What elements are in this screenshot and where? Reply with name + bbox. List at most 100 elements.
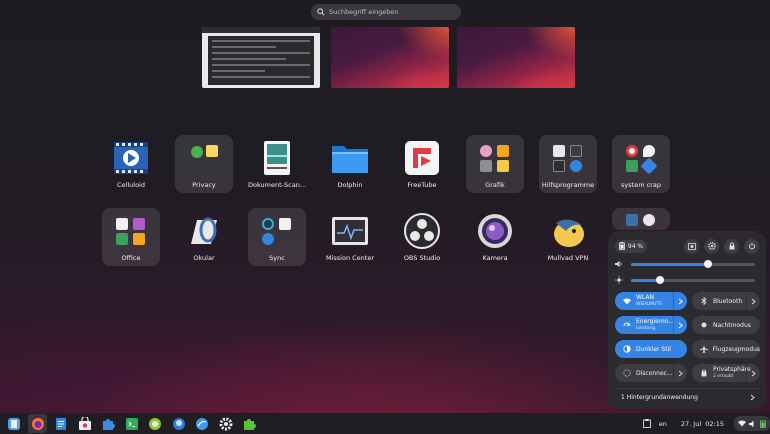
dolphin-icon [332,140,368,176]
app-label: Grafik [485,181,505,189]
folder-office[interactable]: Office [102,208,160,266]
app-label: Hilfsprogramme [541,181,595,189]
taskbar-app-green[interactable] [146,414,165,433]
app-label: system crap [621,181,661,189]
energy-expand-arrow[interactable] [673,316,687,334]
taskbar-extensions[interactable] [99,414,118,433]
folder-settings-partial[interactable] [612,208,670,230]
screenshot-button[interactable] [684,238,699,254]
office-folder-icon [113,213,149,249]
app-celluloid[interactable]: Celluloid [102,135,160,193]
bluetooth-icon [701,297,707,305]
disconnect-title: Disconnec... [636,369,673,377]
app-document-scanner[interactable]: Dokument-Scan... [248,135,306,193]
app-label: Okular [193,254,215,262]
battery-pill[interactable]: 94 % [615,239,647,253]
workspace-thumbnail-2[interactable] [331,27,449,88]
status-indicators[interactable] [734,416,770,431]
graphics-folder-icon [477,140,513,176]
app-label: Dokument-Scan... [248,181,307,189]
folder-hilfsprogramme[interactable]: Hilfsprogramme [539,135,597,193]
screenshot-icon [687,243,696,250]
bluetooth-expand-arrow[interactable] [746,292,760,310]
taskbar-software[interactable] [75,414,94,433]
taskbar-terminal[interactable] [122,414,141,433]
search-placeholder: Suchbegriff eingeben [329,8,399,16]
app-freetube[interactable]: FreeTube [393,135,451,193]
taskbar-settings[interactable] [216,414,235,433]
battery-percentage: 94 % [627,242,644,250]
airplane-mode-toggle[interactable]: Flugzeugmodus [692,340,760,358]
energy-mode-toggle[interactable]: Energiemo... Leistung [615,316,687,334]
privacy-folder-icon [186,140,222,176]
app-okular[interactable]: Okular [175,208,233,266]
disconnect-expand-arrow[interactable] [673,364,687,382]
wlan-expand-arrow[interactable] [673,292,687,310]
utilities-folder-icon [550,140,586,176]
gear-icon [219,417,232,430]
dark-style-title: Dunkler Stil [636,345,671,353]
puzzle-icon [103,418,115,430]
gear-icon [707,242,716,250]
app-label: Kamera [482,254,508,262]
mullvad-icon [550,213,586,249]
speaker-icon [749,420,754,427]
privacy-toggle[interactable]: Privatsphäre 2 erlaubt [692,364,760,382]
folder-sync[interactable]: Sync [248,208,306,266]
background-apps-row[interactable]: 1 Hintergrundanwendung [615,388,759,402]
search-box[interactable]: Suchbegriff eingeben [311,4,461,20]
taskbar-app-blue[interactable] [169,414,188,433]
folder-grafik[interactable]: Grafik [466,135,524,193]
clipboard-icon[interactable] [642,419,651,428]
wlan-toggle[interactable]: WLAN WEHLMUTE [615,292,687,310]
night-light-icon [701,322,707,328]
volume-slider[interactable] [615,257,759,271]
sun-icon [615,276,623,284]
taskbar-text-editor[interactable] [52,414,71,433]
taskbar-browser[interactable] [193,414,212,433]
keyboard-layout[interactable]: en [659,420,667,428]
power-icon [748,242,755,250]
app-dolphin[interactable]: Dolphin [321,135,379,193]
app-mullvad-vpn[interactable]: Mullvad VPN [539,208,597,266]
taskbar-firefox[interactable] [28,414,47,433]
system-tray: en 27. Jul 02:15 [642,413,770,434]
settings-button[interactable] [704,238,719,254]
taskbar-files[interactable] [5,414,24,433]
app-label: Office [121,254,141,262]
sync-folder-icon [259,213,295,249]
files-icon [8,417,20,430]
settings-folder-icon [623,213,659,230]
app-obs-studio[interactable]: OBS Studio [393,208,451,266]
night-mode-toggle[interactable]: Nachtmodus [692,316,760,334]
disconnect-icon [623,369,631,377]
folder-system-crap[interactable]: system crap [612,135,670,193]
blue-app-icon [172,417,185,430]
chevron-right-icon [678,298,683,304]
chevron-right-icon [678,370,683,376]
wlan-network: WEHLMUTE [636,302,662,307]
chevron-right-icon [678,322,683,328]
app-kamera[interactable]: Kamera [466,208,524,266]
workspace-thumbnail-3[interactable] [457,27,575,88]
clock[interactable]: 27. Jul 02:15 [681,420,724,428]
bluetooth-toggle[interactable]: Bluetooth [692,292,760,310]
green-app-icon [149,417,161,430]
folder-privacy[interactable]: Privacy [175,135,233,193]
energy-title: Energiemo... [636,318,674,325]
wifi-icon [623,297,631,304]
airplane-mode-title: Flugzeugmodus [712,345,760,353]
power-button[interactable] [744,238,759,254]
privacy-expand-arrow[interactable] [746,364,760,382]
app-mission-center[interactable]: Mission Center [321,208,379,266]
brightness-slider[interactable] [615,273,759,287]
taskbar-extension-manager[interactable] [240,414,259,433]
bluetooth-title: Bluetooth [713,297,743,305]
document-scanner-icon [259,140,295,176]
quick-settings-panel: 94 % WLAN WEHLMUTE Bluetooth Energiemo...… [608,231,766,409]
dark-style-toggle[interactable]: Dunkler Stil [615,340,687,358]
lock-button[interactable] [724,238,739,254]
disconnect-toggle[interactable]: Disconnec... [615,364,687,382]
workspace-thumbnail-1[interactable] [202,27,320,88]
speaker-icon [615,260,622,268]
